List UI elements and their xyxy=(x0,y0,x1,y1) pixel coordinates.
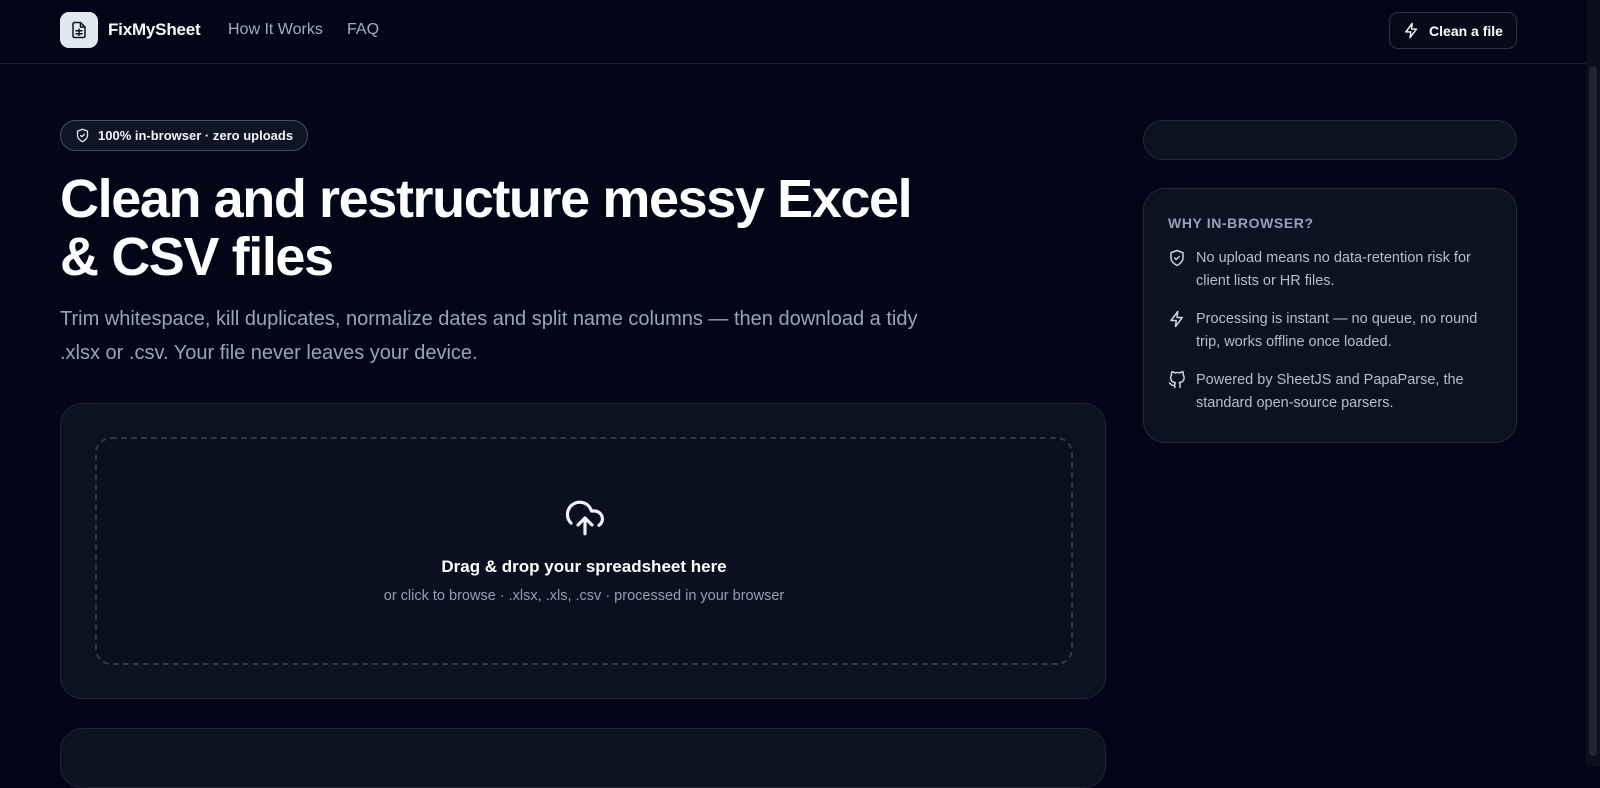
why-item-text: Processing is instant — no queue, no rou… xyxy=(1196,311,1478,350)
shield-icon xyxy=(1170,249,1184,267)
why-item-open-source: Powered by SheetJS and PapaParse, the st… xyxy=(1168,369,1492,415)
privacy-badge-label: 100% in-browser · zero uploads xyxy=(98,128,294,143)
hero-subtitle: Trim whitespace, kill duplicates, normal… xyxy=(60,308,918,364)
brand-name: FixMySheet xyxy=(108,20,201,39)
why-item-instant: Processing is instant — no queue, no rou… xyxy=(1168,308,1492,354)
brand-home-link[interactable]: FixMySheet xyxy=(60,12,201,48)
lightning-icon xyxy=(1405,22,1418,39)
why-item-no-upload: No upload means no data-retention risk f… xyxy=(1168,247,1492,293)
github-icon xyxy=(1168,371,1185,389)
hero-title: Clean and restructure messy Excel & CSV … xyxy=(60,169,913,287)
nav-link-faq[interactable]: FAQ xyxy=(347,21,379,39)
sidebar-pill xyxy=(1143,120,1517,160)
dropzone-subtitle: or click to browse · .xlsx, .xls, .csv ·… xyxy=(383,588,785,604)
dropzone-title: Drag & drop your spreadsheet here xyxy=(441,557,727,576)
privacy-badge: 100% in-browser · zero uploads xyxy=(60,120,309,151)
options-card xyxy=(60,728,1106,788)
nav-link-how-it-works[interactable]: How It Works xyxy=(228,21,323,39)
why-in-browser-heading: WHY IN-BROWSER? xyxy=(1168,215,1314,231)
page-scrollbar[interactable] xyxy=(1586,0,1600,767)
clean-file-button[interactable]: Clean a file xyxy=(1389,12,1517,49)
why-item-text: No upload means no data-retention risk f… xyxy=(1196,250,1471,289)
scrollbar-thumb[interactable] xyxy=(1589,66,1597,756)
shield-icon xyxy=(76,128,89,143)
why-item-text: Powered by SheetJS and PapaParse, the st… xyxy=(1196,372,1464,411)
clean-file-button-label: Clean a file xyxy=(1429,22,1503,39)
upload-card: Drag & drop your spreadsheet here or cli… xyxy=(60,403,1106,699)
spreadsheet-file-icon xyxy=(60,12,98,48)
cloud-upload-icon xyxy=(565,500,604,536)
why-in-browser-card: WHY IN-BROWSER? No upload means no data-… xyxy=(1143,188,1517,443)
file-dropzone[interactable]: Drag & drop your spreadsheet here or cli… xyxy=(95,437,1073,665)
top-navigation-bar: FixMySheet How It Works FAQ Clean a file xyxy=(0,0,1586,64)
lightning-icon xyxy=(1170,310,1183,328)
